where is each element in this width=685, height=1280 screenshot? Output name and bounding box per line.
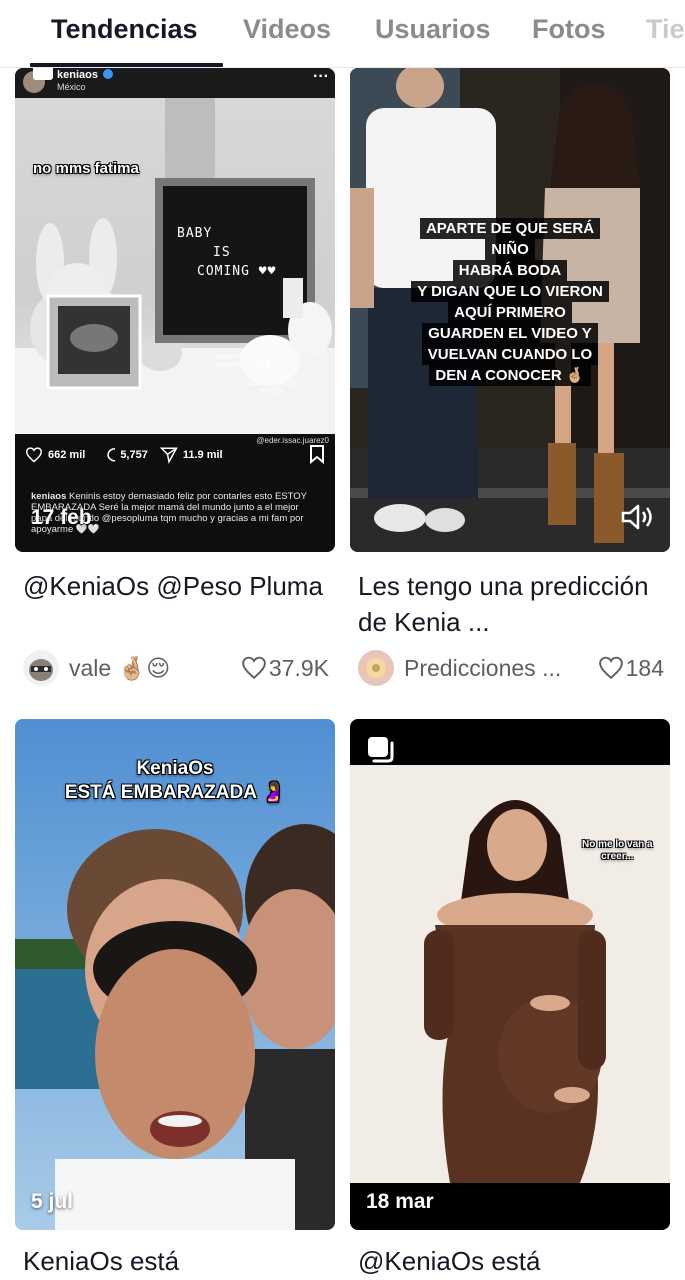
- overlay-line: AQUÍ PRIMERO: [448, 302, 572, 323]
- date-badge: 18 mar: [366, 1190, 434, 1213]
- video-thumbnail[interactable]: keniaos México ··· no mms fatima BABY IS…: [15, 68, 335, 552]
- video-caption[interactable]: @KeniaOs @Peso Pluma: [23, 568, 331, 604]
- overlay-line: ESTÁ EMBARAZADA 🤰: [64, 782, 286, 803]
- photo-thumbnail[interactable]: No me lo van a creer... 18 mar: [350, 719, 670, 1230]
- letterboard-text: BABY IS COMING ♥♥: [177, 226, 277, 279]
- tab-usuarios[interactable]: Usuarios: [375, 14, 491, 45]
- like-count: 184: [598, 655, 664, 682]
- overlay-line: VUELVAN CUANDO LO: [421, 344, 599, 365]
- embedded-post-footer: @eder.issac.juarez0 662 mil 5,757 11.9 m…: [15, 434, 335, 552]
- tab-tendencias[interactable]: Tendencias: [51, 14, 198, 45]
- tab-tiendas-partial[interactable]: Tie: [646, 14, 685, 45]
- verified-icon: [103, 69, 113, 79]
- embedded-post-header: keniaos México ···: [15, 68, 335, 98]
- author-avatar[interactable]: [358, 650, 394, 686]
- overlay-line: KeniaOs: [136, 758, 214, 779]
- video-meta: Predicciones ... 184: [358, 650, 664, 686]
- date-badge: 17 feb: [31, 506, 92, 529]
- sound-icon[interactable]: [620, 502, 656, 532]
- photo-overlay-text: no mms fatima: [33, 160, 139, 177]
- embedded-location: México: [57, 82, 86, 92]
- video-caption[interactable]: Les tengo una predicción de Kenia ...: [358, 568, 666, 640]
- overlay-line: NIÑO: [485, 239, 535, 260]
- tab-videos[interactable]: Videos: [243, 14, 331, 45]
- overlay-line: creer...: [601, 851, 634, 862]
- overlay-text-block: APARTE DE QUE SERÁ NIÑO HABRÁ BODA Y DIG…: [350, 218, 670, 386]
- video-caption[interactable]: @KeniaOs está: [358, 1243, 666, 1279]
- overlay-line: APARTE DE QUE SERÁ: [419, 218, 601, 239]
- tab-fotos[interactable]: Fotos: [532, 14, 606, 45]
- active-tab-indicator: [30, 63, 223, 67]
- bookmark-icon: [310, 445, 324, 464]
- search-tabs: Tendencias Videos Usuarios Fotos Tie: [0, 0, 685, 68]
- share-icon: [159, 447, 178, 464]
- embedded-username: keniaos: [57, 69, 98, 81]
- maternity-photo: [350, 765, 670, 1183]
- overlay-line: Y DIGAN QUE LO VIERON: [411, 281, 609, 302]
- video-meta: vale 🤞🏼😌 37.9K: [23, 650, 329, 686]
- small-note-2: DICEN LA MEJOR NOTICIA: [247, 381, 298, 395]
- heart-outline-icon: [242, 656, 266, 680]
- video-thumbnail[interactable]: KeniaOs ESTÁ EMBARAZADA 🤰 5 jul: [15, 719, 335, 1230]
- author-avatar[interactable]: [23, 650, 59, 686]
- overlay-line: DEN A CONOCER 🤞🏼: [429, 365, 591, 386]
- like-count: 37.9K: [241, 655, 329, 682]
- overlay-text-block: No me lo van a creer...: [582, 839, 653, 863]
- overlay-line: GUARDEN EL VIDEO Y: [422, 323, 598, 344]
- author-name[interactable]: Predicciones ...: [404, 655, 592, 682]
- overlay-text-block: KeniaOs ESTÁ EMBARAZADA 🤰: [15, 757, 335, 805]
- multi-photo-icon: [368, 737, 394, 763]
- multi-photo-icon: [33, 68, 53, 80]
- small-note: OMGG KENIA ESTÁ EMBARAZADA 😭😭: [215, 355, 272, 369]
- heart-outline-icon: [598, 656, 623, 680]
- video-caption[interactable]: KeniaOs está: [23, 1243, 331, 1279]
- overlay-line: HABRÁ BODA: [452, 260, 568, 281]
- date-badge: 5 jul: [31, 1190, 74, 1213]
- comment-icon: [107, 448, 116, 462]
- more-icon: ···: [313, 68, 329, 85]
- author-name[interactable]: vale 🤞🏼😌: [69, 655, 235, 682]
- video-thumbnail[interactable]: APARTE DE QUE SERÁ NIÑO HABRÁ BODA Y DIG…: [350, 68, 670, 552]
- embedded-stats: 662 mil 5,757 11.9 mil: [25, 446, 223, 464]
- heart-icon: [25, 447, 43, 463]
- overlay-line: No me lo van a: [582, 839, 653, 850]
